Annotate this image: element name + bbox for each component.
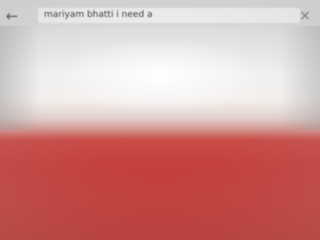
search-input[interactable]: mariyam bhatti i need a [38, 8, 300, 23]
search-query-text: mariyam bhatti i need a [44, 10, 153, 20]
close-icon[interactable]: × [298, 7, 312, 25]
background-glow [60, 35, 260, 115]
back-arrow-icon[interactable]: ← [4, 7, 20, 25]
blurred-screen: ← mariyam bhatti i need a × [0, 0, 320, 240]
